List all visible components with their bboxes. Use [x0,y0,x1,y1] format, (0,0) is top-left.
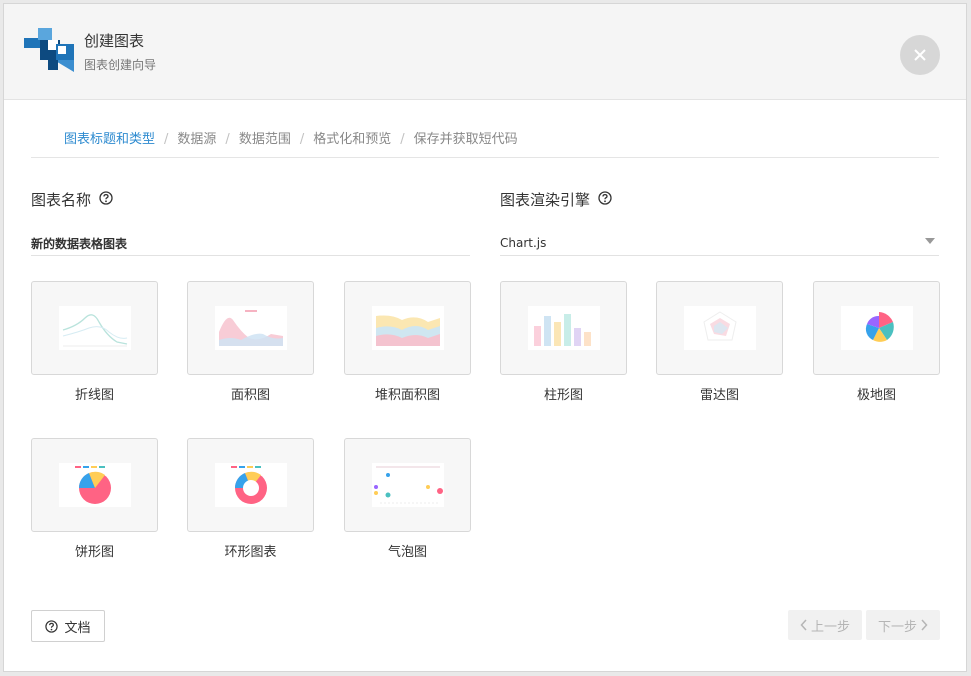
chart-type-label: 堆积面积图 [374,388,440,403]
chart-type-area[interactable]: 面积图 [187,281,314,403]
chart-type-label: 面积图 [230,388,270,403]
breadcrumb-step-data-source[interactable]: 数据源 [177,130,216,150]
pie-chart-thumbnail-icon [31,438,158,532]
breadcrumb-step-save-shortcode[interactable]: 保存并获取短代码 [414,130,518,150]
breadcrumb-step-data-range[interactable]: 数据范围 [239,130,291,150]
dialog-header: 创建图表 图表创建向导 [4,4,966,100]
polar-chart-thumbnail-icon [813,281,940,375]
chevron-left-icon [800,619,807,631]
engine-label-row: 图表渲染引擎 [500,189,612,210]
close-icon [914,49,926,61]
chart-type-label: 折线图 [74,388,114,403]
help-icon[interactable] [598,190,612,209]
breadcrumb-step-title-type[interactable]: 图表标题和类型 [64,130,155,150]
create-chart-dialog: 创建图表 图表创建向导 图表标题和类型 / 数据源 / 数据范围 / 格式化和预… [3,3,967,672]
breadcrumb-separator: / [400,132,405,147]
engine-select-value: Chart.js [500,236,547,250]
wizard-breadcrumb: 图表标题和类型 / 数据源 / 数据范围 / 格式化和预览 / 保存并获取短代码 [31,130,939,158]
chevron-down-icon [925,238,935,244]
engine-select[interactable]: Chart.js [500,228,939,256]
chart-type-label: 极地图 [856,388,896,403]
docs-button-label: 文档 [64,620,91,636]
chart-name-input[interactable] [31,228,470,256]
next-step-button[interactable]: 下一步 [866,610,940,640]
chart-type-label: 饼形图 [74,545,114,560]
help-icon[interactable] [99,190,113,209]
bubble-chart-thumbnail-icon [344,438,471,532]
chart-type-label: 气泡图 [387,545,427,560]
dialog-subtitle: 图表创建向导 [84,58,157,72]
chart-name-label-row: 图表名称 [31,189,113,210]
area-chart-thumbnail-icon [187,281,314,375]
dialog-title: 创建图表 [84,32,145,50]
breadcrumb-separator: / [164,132,169,147]
prev-step-label: 上一步 [810,619,850,635]
chart-type-polar[interactable]: 极地图 [813,281,940,403]
chart-type-column[interactable]: 柱形图 [500,281,627,403]
chart-name-label: 图表名称 [31,191,92,209]
doughnut-chart-thumbnail-icon [187,438,314,532]
radar-chart-thumbnail-icon [656,281,783,375]
chart-type-label: 雷达图 [699,388,739,403]
chart-type-doughnut[interactable]: 环形图表 [187,438,314,560]
chart-type-line[interactable]: 折线图 [31,281,158,403]
app-logo-icon [24,28,76,72]
help-icon [45,619,59,633]
breadcrumb-separator: / [299,132,305,147]
chart-type-stacked-area[interactable]: 堆积面积图 [344,281,471,403]
chart-type-label: 柱形图 [543,388,583,403]
chart-type-radar[interactable]: 雷达图 [656,281,783,403]
close-button[interactable] [900,35,940,75]
column-chart-thumbnail-icon [500,281,627,375]
chart-type-label: 环形图表 [224,545,277,560]
prev-step-button[interactable]: 上一步 [788,610,862,640]
engine-label: 图表渲染引擎 [500,191,591,209]
breadcrumb-step-format-preview[interactable]: 格式化和预览 [313,130,391,150]
docs-button[interactable]: 文档 [31,610,105,642]
stacked-area-chart-thumbnail-icon [344,281,471,375]
next-step-label: 下一步 [877,619,917,635]
chevron-right-icon [921,619,928,631]
breadcrumb-separator: / [225,132,230,147]
line-chart-thumbnail-icon [31,281,158,375]
chart-type-pie[interactable]: 饼形图 [31,438,158,560]
chart-type-bubble[interactable]: 气泡图 [344,438,471,560]
